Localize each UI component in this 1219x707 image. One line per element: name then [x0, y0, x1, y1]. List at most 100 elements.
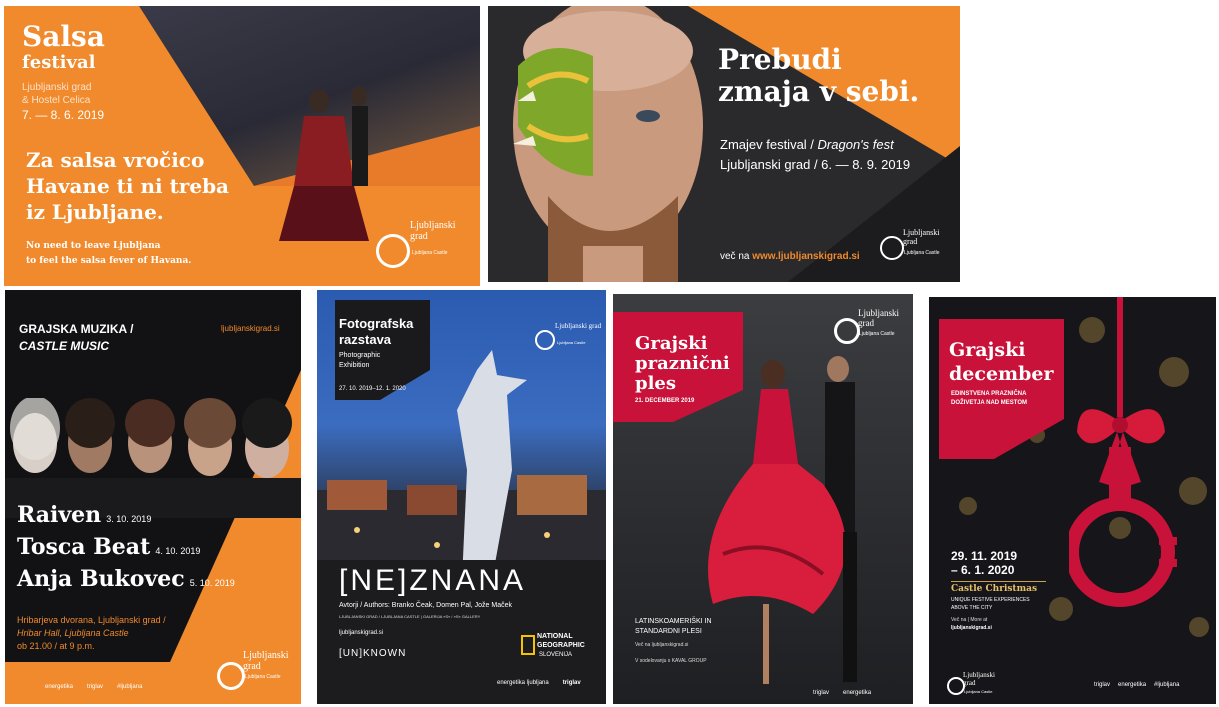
act-date: 5. 10. 2019	[189, 578, 235, 588]
salsa-headline-2: Havane ti ni treba	[26, 174, 230, 198]
dance-url[interactable]: Več na ljubljanskigrad.si	[635, 642, 688, 648]
ng-line-1: NATIONAL	[537, 633, 573, 640]
castle-december-poster: Grajski december EDINSTVENA PRAZNIČNA DO…	[929, 297, 1216, 704]
dancing-couple-photo	[708, 356, 857, 684]
dancers-silhouette	[279, 86, 369, 241]
dragon-festival-line: Zmajev festival / Dragon's fest	[720, 137, 894, 152]
dragon-more-line: več na www.ljubljanskigrad.si	[720, 251, 860, 262]
act-name: Tosca Beat	[17, 534, 151, 560]
salsa-english-2: to feel the salsa fever of Havana.	[26, 256, 192, 266]
dance-coop: V sodelovanju s KAVAL GROUP	[635, 658, 707, 664]
photo-logo-sub: Ljubljana Castle	[557, 340, 586, 345]
title-dark-banner	[335, 300, 430, 400]
statue-silhouette	[457, 350, 527, 580]
dragon-festival-poster: Prebudi zmaja v sebi. Zmajev festival / …	[488, 6, 960, 282]
castle-logo-icon	[217, 662, 245, 690]
photo-gallery: LJUBLJANSKI GRAD / LJUBLJANA CASTLE | GA…	[339, 614, 481, 619]
photo-sponsor-strip: energetika ljubljana triglav	[497, 680, 581, 686]
photo-authors: Avtorji / Authors: Branko Čeak, Domen Pa…	[339, 602, 513, 609]
music-url[interactable]: ljubljanskigrad.si	[221, 324, 280, 333]
sponsor-logo: triglav	[562, 680, 581, 686]
salsa-venue-2: & Hostel Celica	[22, 95, 91, 106]
photo-url[interactable]: ljubljanskigrad.si	[339, 630, 383, 636]
dragon-festival: Zmajev festival /	[720, 137, 814, 152]
dance-logo-text: Ljubljanski grad	[858, 308, 899, 328]
music-time: ob 21.00 / at 9 p.m.	[17, 641, 95, 651]
castle-music-poster: GRAJSKA MUZIKA / CASTLE MUSIC ljubljansk…	[5, 290, 301, 704]
act-tosca-beat: Tosca Beat 4. 10. 2019	[17, 534, 200, 560]
sponsor-logo: energetika ljubljana	[497, 680, 549, 686]
photo-exhibition-poster: Fotografska razstava Photographic Exhibi…	[317, 290, 606, 704]
castle-logo-icon	[376, 234, 410, 268]
photo-logo-text: Ljubljanski grad	[555, 322, 602, 330]
dragon-url[interactable]: www.ljubljanskigrad.si	[752, 251, 859, 262]
ribbon-key-ornament	[1069, 297, 1177, 607]
castle-dance-poster: Ljubljanski grad Ljubljana Castle Grajsk…	[613, 294, 913, 704]
salsa-headline-1: Za salsa vročico	[26, 148, 205, 172]
december-more-2[interactable]: ljubljanskigrad.si	[951, 625, 992, 631]
castle-logo-icon	[834, 318, 860, 344]
photo-sub-1: Photographic	[339, 352, 381, 359]
dance-logo-sub: Ljubljana Castle	[859, 331, 895, 337]
december-more-1: Več na | More at	[951, 617, 988, 623]
salsa-english-1: No need to leave Ljubljana	[26, 241, 161, 251]
december-en-title: Castle Christmas	[951, 584, 1038, 594]
band-members-photo	[5, 398, 301, 518]
december-en-1: UNIQUE FESTIVE EXPERIENCES	[951, 597, 1030, 603]
sponsor-logo: triglav	[1094, 682, 1111, 688]
salsa-venue-1: Ljubljanski grad	[22, 82, 92, 93]
gold-divider	[951, 581, 1046, 582]
music-hall-1: Hribarjeva dvorana, Ljubljanski grad /	[17, 615, 166, 625]
sponsor-logo: #ljubljana	[117, 684, 143, 690]
music-sponsor-strip: energetika triglav #ljubljana	[45, 684, 142, 690]
music-hall-2: Hribar Hall, Ljubljana Castle	[17, 628, 129, 638]
act-name: Raiven	[17, 502, 102, 528]
ng-line-2: GEOGRAPHIC	[537, 642, 585, 649]
sponsor-logo: energetika	[45, 684, 74, 690]
neznana-title: [NE]ZNANA	[339, 564, 527, 597]
sponsor-logo: triglav	[87, 684, 104, 690]
unknown-title: [UN]KNOWN	[339, 648, 407, 659]
salsa-subtitle: festival	[22, 52, 96, 73]
sponsor-logo: energetika	[843, 690, 872, 696]
dragon-logo-sub: Ljubljana Castle	[904, 250, 940, 256]
act-date: 3. 10. 2019	[106, 514, 152, 524]
dragon-headline-2: zmaja v sebi.	[718, 75, 920, 108]
dance-title-1: Grajski	[635, 333, 708, 354]
december-logo-sub: Ljubljana Castle	[964, 689, 993, 694]
salsa-logo-sub: Ljubljana Castle	[412, 250, 448, 256]
ng-line-3: SLOVENIJA	[539, 652, 573, 658]
salsa-title: Salsa	[22, 20, 105, 53]
dragon-headline-1: Prebudi	[718, 43, 842, 76]
dragon-festival-en: Dragon's fest	[817, 137, 894, 152]
dance-title-3: ples	[635, 373, 677, 394]
dragon-more-prefix: več na	[720, 251, 750, 262]
december-logo-text: Ljubljanski grad	[963, 671, 995, 687]
photo-dates: 27. 10. 2019–12. 1. 2020	[339, 386, 406, 392]
dragon-logo-text: Ljubljanski grad	[903, 228, 940, 246]
salsa-headline-3: iz Ljubljane.	[26, 200, 164, 224]
december-title-1: Grajski	[949, 339, 1026, 361]
december-en-2: ABOVE THE CITY	[951, 605, 993, 611]
dance-info-2: STANDARDNI PLESI	[635, 628, 702, 635]
dance-sponsor-strip: triglav energetika	[813, 690, 871, 696]
music-logo-text: Ljubljanski grad	[243, 650, 289, 672]
salsa-dates: 7. — 8. 6. 2019	[22, 108, 105, 122]
castle-logo-icon	[535, 330, 555, 350]
bokeh-light	[959, 497, 977, 515]
music-logo-sub: Ljubljana Castle	[245, 674, 281, 680]
dance-info-1: LATINSKOAMERIŠKI IN	[635, 618, 712, 625]
act-raiven: Raiven 3. 10. 2019	[17, 502, 151, 528]
photo-title-1: Fotografska	[339, 316, 414, 331]
photo-sub-2: Exhibition	[339, 362, 370, 369]
salsa-festival-poster: Salsa festival Ljubljanski grad & Hostel…	[4, 6, 480, 286]
act-date: 4. 10. 2019	[155, 546, 201, 556]
december-sponsor-strip: triglav energetika #ljubljana	[1094, 682, 1179, 688]
music-header-1: GRAJSKA MUZIKA /	[19, 322, 134, 336]
sponsor-logo: #ljubljana	[1154, 682, 1180, 688]
music-header-2: CASTLE MUSIC	[19, 339, 109, 353]
dance-title-2: praznični	[635, 353, 730, 374]
dance-date: 21. DECEMBER 2019	[635, 398, 695, 404]
sponsor-logo: triglav	[813, 690, 830, 696]
december-dates-2: – 6. 1. 2020	[951, 563, 1015, 577]
